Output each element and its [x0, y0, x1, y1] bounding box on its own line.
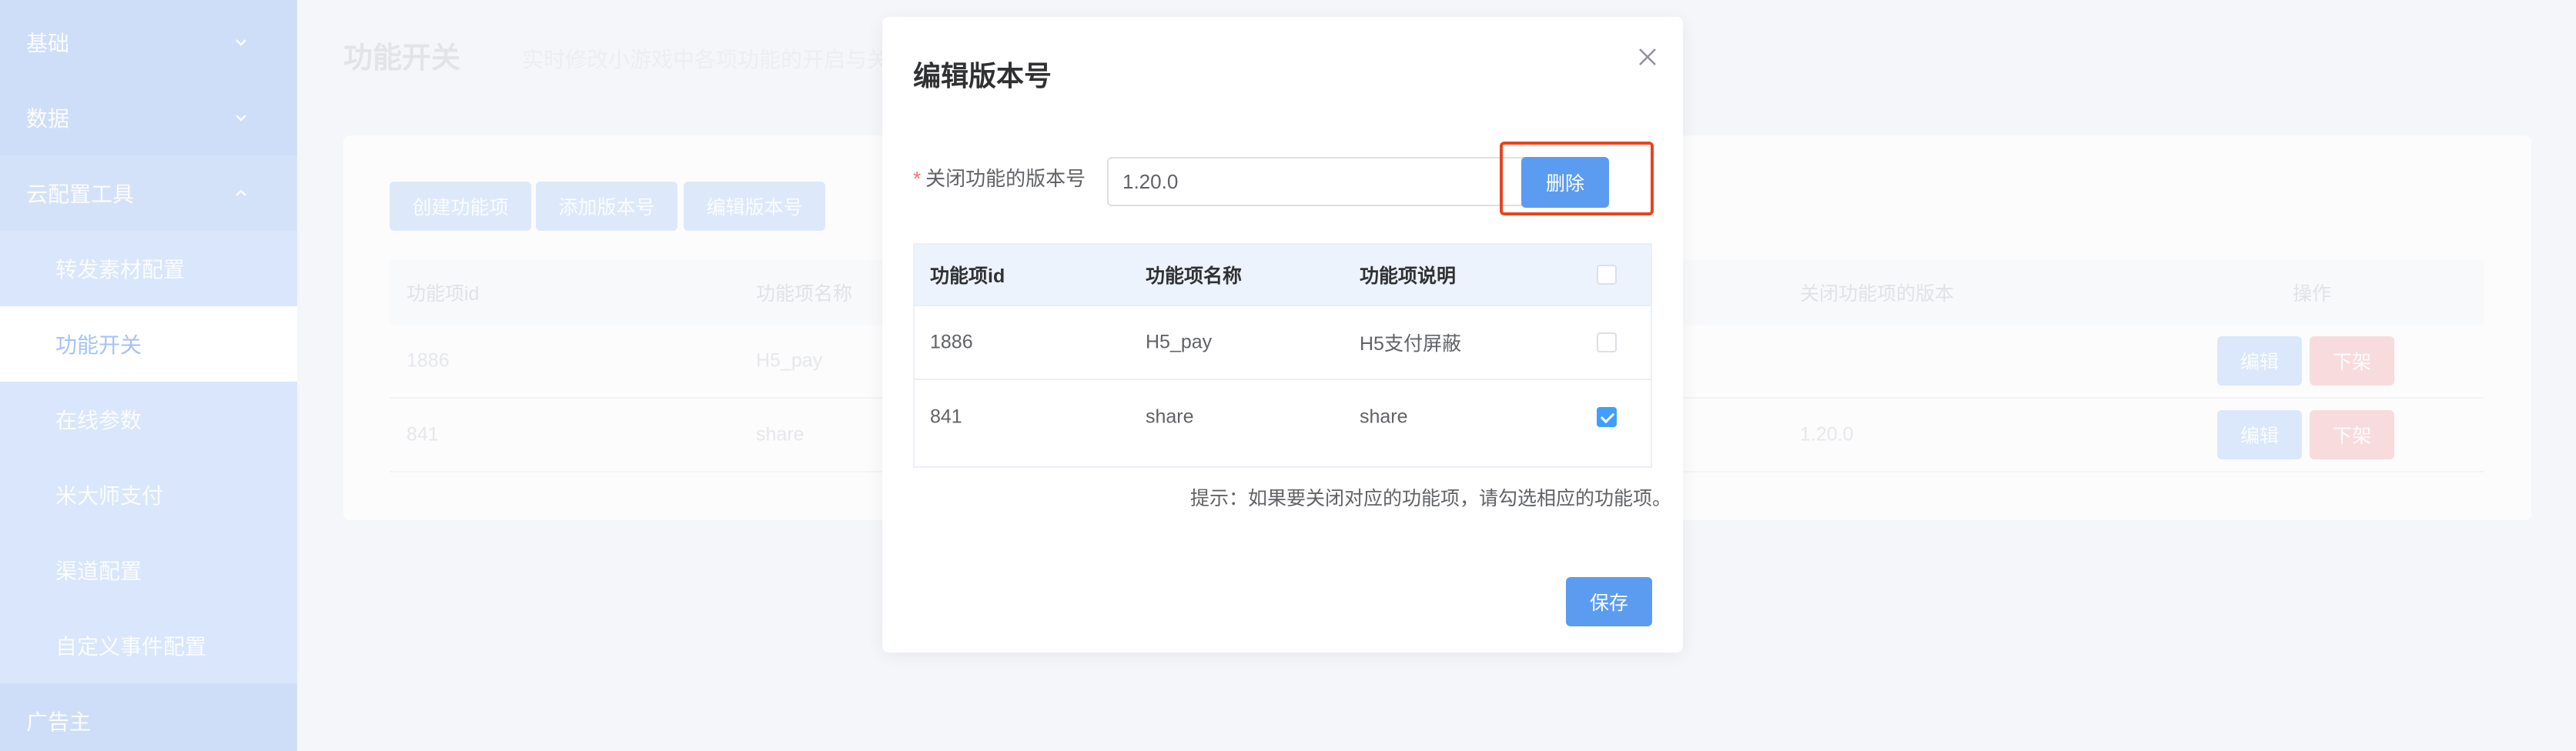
column-header: 功能项id — [930, 265, 1005, 287]
edit-version-dialog: 编辑版本号 * 关闭功能的版本号 1.20.0 删除 功能项id 功能项名称 功能… — [882, 17, 1683, 653]
sidebar-item-midas-pay[interactable]: 米大师支付 — [0, 457, 297, 532]
cell-id: 1886 — [406, 349, 450, 372]
unlist-button[interactable]: 下架 — [2310, 410, 2394, 459]
row-checkbox[interactable] — [1597, 332, 1617, 352]
sidebar-item-forward-material[interactable]: 转发素材配置 — [0, 231, 297, 306]
sidebar-item-label: 渠道配置 — [55, 559, 142, 583]
save-button[interactable]: 保存 — [1566, 577, 1652, 626]
delete-button[interactable]: 删除 — [1521, 157, 1609, 208]
unlist-button[interactable]: 下架 — [2310, 336, 2394, 386]
cell-name: share — [1146, 406, 1194, 428]
sidebar-item-basic[interactable]: 基础 — [0, 5, 297, 80]
close-icon[interactable] — [1634, 43, 1661, 71]
sidebar-item-label: 数据 — [26, 107, 70, 131]
column-header: 功能项名称 — [756, 283, 853, 305]
cell-name: H5_pay — [756, 349, 823, 372]
sidebar-item-label: 米大师支付 — [55, 484, 164, 508]
feature-select-table: 功能项id 功能项名称 功能项说明 1886 H5_pay H5支付屏蔽 841… — [913, 243, 1652, 468]
sidebar-item-label: 在线参数 — [55, 409, 142, 432]
sidebar: 基础 数据 云配置工具 转发素材配置 功能开关 在线参数 米大师支付 渠道配置 … — [0, 0, 297, 751]
sidebar-item-label: 基础 — [26, 32, 70, 55]
cell-desc: share — [1360, 406, 1408, 428]
cell-id: 1886 — [930, 331, 973, 353]
column-header: 功能项id — [406, 283, 480, 305]
sidebar-item-channel-config[interactable]: 渠道配置 — [0, 532, 297, 608]
sidebar-item-advertiser[interactable]: 广告主 — [0, 683, 297, 751]
sidebar-item-data[interactable]: 数据 — [0, 80, 297, 155]
column-header: 功能项说明 — [1360, 265, 1457, 287]
chevron-down-icon — [236, 115, 246, 122]
page-title: 功能开关 — [343, 42, 461, 75]
table-row: 841 share share — [915, 380, 1651, 454]
sidebar-item-label: 功能开关 — [55, 333, 142, 357]
required-mark: * — [913, 167, 922, 190]
chevron-down-icon — [236, 39, 246, 46]
hint-text: 提示：如果要关闭对应的功能项，请勾选相应的功能项。 — [1190, 488, 1672, 509]
sidebar-item-cloud-config[interactable]: 云配置工具 — [0, 155, 297, 231]
cell-desc: H5支付屏蔽 — [1360, 333, 1461, 355]
cell-name: share — [756, 423, 805, 446]
edit-version-button[interactable]: 编辑版本号 — [684, 182, 825, 231]
version-select-value: 1.20.0 — [1122, 169, 1179, 193]
edit-button[interactable]: 编辑 — [2217, 410, 2302, 459]
dialog-title: 编辑版本号 — [913, 60, 1052, 92]
version-label-text: 关闭功能的版本号 — [925, 167, 1086, 190]
page-subtitle: 实时修改小游戏中各项功能的开启与关 — [522, 48, 889, 72]
sidebar-item-custom-event[interactable]: 自定义事件配置 — [0, 608, 297, 683]
sidebar-item-label: 自定义事件配置 — [55, 635, 207, 659]
table-row: 1886 H5_pay H5支付屏蔽 — [915, 306, 1651, 380]
column-header: 操作 — [2293, 283, 2332, 305]
sidebar-item-label: 转发素材配置 — [55, 258, 186, 282]
edit-button[interactable]: 编辑 — [2217, 336, 2302, 386]
chevron-up-icon — [236, 189, 246, 196]
version-form-label: * 关闭功能的版本号 — [913, 163, 1086, 192]
sidebar-item-feature-switch[interactable]: 功能开关 — [0, 306, 297, 382]
cell-version: 1.20.0 — [1800, 423, 1854, 446]
column-header: 功能项名称 — [1146, 265, 1243, 287]
sidebar-item-online-params[interactable]: 在线参数 — [0, 382, 297, 457]
add-version-button[interactable]: 添加版本号 — [536, 182, 677, 231]
cell-id: 841 — [406, 423, 439, 446]
sidebar-item-label: 云配置工具 — [26, 182, 135, 206]
row-checkbox[interactable] — [1597, 407, 1617, 427]
table-header: 功能项id 功能项名称 功能项说明 — [915, 245, 1651, 306]
cell-name: H5_pay — [1146, 331, 1213, 353]
create-feature-button[interactable]: 创建功能项 — [390, 182, 531, 231]
cell-id: 841 — [930, 406, 962, 428]
sidebar-item-label: 广告主 — [26, 710, 92, 734]
select-all-checkbox[interactable] — [1597, 265, 1617, 285]
column-header: 关闭功能项的版本 — [1800, 283, 1955, 305]
